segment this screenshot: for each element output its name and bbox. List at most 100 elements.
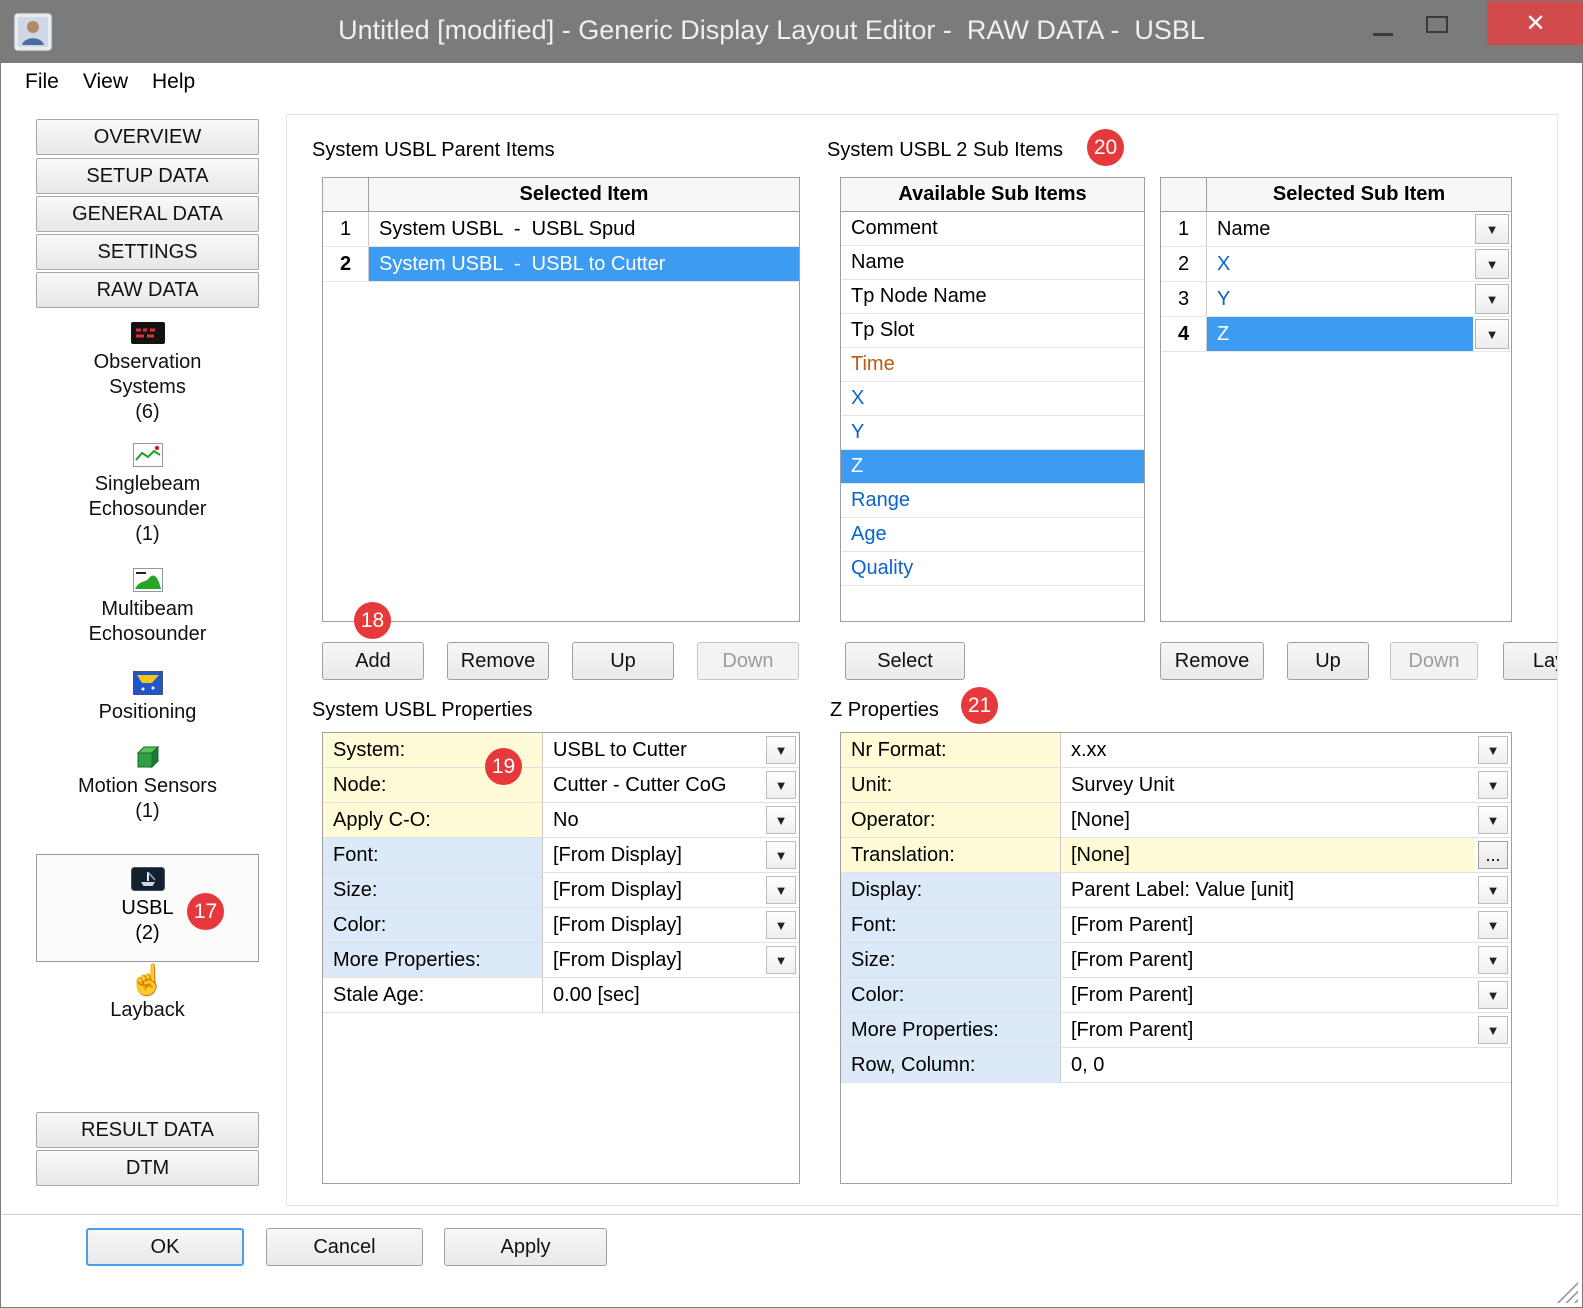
close-button[interactable]: ✕ xyxy=(1487,1,1583,45)
chevron-down-icon[interactable] xyxy=(1478,876,1508,904)
chevron-down-icon[interactable] xyxy=(1475,249,1509,279)
annotation-badge-21: 21 xyxy=(961,687,998,724)
list-item[interactable]: Quality xyxy=(841,552,1144,586)
chevron-down-icon[interactable] xyxy=(1478,736,1508,764)
list-item[interactable]: Tp Node Name xyxy=(841,280,1144,314)
property-row-font: Font: [From Display] xyxy=(323,838,799,873)
minimize-icon xyxy=(1373,33,1393,36)
sidebar-item-positioning[interactable]: Positioning xyxy=(36,669,259,725)
observation-systems-icon xyxy=(36,319,259,347)
cancel-button[interactable]: Cancel xyxy=(266,1228,423,1266)
table-row[interactable]: 3 Y xyxy=(1161,282,1511,317)
ok-button[interactable]: OK xyxy=(86,1228,244,1266)
chevron-down-icon[interactable] xyxy=(766,841,796,869)
chevron-down-icon[interactable] xyxy=(1478,981,1508,1009)
table-row-selected[interactable]: 2 System USBL - USBL to Cutter xyxy=(323,247,799,282)
chevron-down-icon[interactable] xyxy=(766,736,796,764)
resize-grip[interactable] xyxy=(1556,1281,1578,1303)
property-row-stale-age: Stale Age: 0.00 [sec] xyxy=(323,978,799,1013)
list-item[interactable]: Comment xyxy=(841,212,1144,246)
property-row-operator: Operator: [None] xyxy=(841,803,1511,838)
sidebar-item-motion-sensors[interactable]: Motion Sensors (1) xyxy=(36,743,259,824)
list-item[interactable]: X xyxy=(841,382,1144,416)
sidebar-item-general-data[interactable]: GENERAL DATA xyxy=(36,196,259,232)
property-row-size: Size: [From Parent] xyxy=(841,943,1511,978)
positioning-icon xyxy=(36,669,259,697)
menu-file[interactable]: File xyxy=(13,66,71,98)
chevron-down-icon[interactable] xyxy=(766,946,796,974)
annotation-badge-17: 17 xyxy=(187,893,224,930)
up-sub-button[interactable]: Up xyxy=(1287,642,1369,680)
usbl-properties-title: System USBL Properties xyxy=(312,699,532,722)
select-button[interactable]: Select xyxy=(845,642,965,680)
parent-items-header: Selected Item xyxy=(323,178,799,212)
chevron-down-icon[interactable] xyxy=(1478,1016,1508,1044)
annotation-badge-19: 19 xyxy=(485,748,522,785)
annotation-badge-20: 20 xyxy=(1087,129,1124,166)
property-row-display: Display: Parent Label: Value [unit] xyxy=(841,873,1511,908)
chevron-down-icon[interactable] xyxy=(1475,319,1509,349)
chevron-down-icon[interactable] xyxy=(1475,284,1509,314)
minimize-button[interactable] xyxy=(1359,1,1407,45)
property-row-unit: Unit: Survey Unit xyxy=(841,768,1511,803)
list-item[interactable]: Time xyxy=(841,348,1144,382)
sidebar-item-settings[interactable]: SETTINGS xyxy=(36,234,259,270)
chevron-down-icon[interactable] xyxy=(1478,911,1508,939)
z-properties-title: Z Properties xyxy=(830,699,939,722)
motion-sensors-icon xyxy=(36,743,259,771)
chevron-down-icon[interactable] xyxy=(1478,946,1508,974)
remove-sub-button[interactable]: Remove xyxy=(1160,642,1264,680)
chevron-down-icon[interactable] xyxy=(1478,806,1508,834)
chevron-down-icon[interactable] xyxy=(766,911,796,939)
property-row-system: System: USBL to Cutter xyxy=(323,733,799,768)
list-item[interactable]: Name xyxy=(841,246,1144,280)
sidebar-item-raw-data[interactable]: RAW DATA xyxy=(36,272,259,308)
list-item[interactable]: Age xyxy=(841,518,1144,552)
selected-sub-item-table: Selected Sub Item 1 Name 2 X 3 Y 4 Z xyxy=(1160,177,1512,622)
app-icon xyxy=(13,12,53,52)
sidebar-item-result-data[interactable]: RESULT DATA xyxy=(36,1112,259,1148)
dialog-window: Untitled [modified] - Generic Display La… xyxy=(0,0,1583,1308)
table-row[interactable]: 2 X xyxy=(1161,247,1511,282)
sidebar-item-singlebeam-echosounder[interactable]: Singlebeam Echosounder (1) xyxy=(36,441,259,547)
sidebar-item-observation-systems[interactable]: Observation Systems (6) xyxy=(36,319,259,425)
add-button[interactable]: Add xyxy=(322,642,424,680)
list-item[interactable]: Tp Slot xyxy=(841,314,1144,348)
table-row[interactable]: 1 Name xyxy=(1161,212,1511,247)
chevron-down-icon[interactable] xyxy=(766,806,796,834)
chevron-down-icon[interactable] xyxy=(766,876,796,904)
sidebar-item-overview[interactable]: OVERVIEW xyxy=(36,119,259,155)
apply-button[interactable]: Apply xyxy=(444,1228,607,1266)
maximize-button[interactable] xyxy=(1413,1,1461,45)
sidebar-item-usbl[interactable]: USBL (2) xyxy=(36,854,259,962)
list-item[interactable]: Range xyxy=(841,484,1144,518)
down-button[interactable]: Down xyxy=(697,642,799,680)
column-header-selected-item: Selected Item xyxy=(369,178,799,211)
annotation-badge-18: 18 xyxy=(354,602,391,639)
property-row-color: Color: [From Parent] xyxy=(841,978,1511,1013)
menu-help[interactable]: Help xyxy=(140,66,207,98)
table-row-selected[interactable]: 4 Z xyxy=(1161,317,1511,352)
property-row-translation: Translation: [None] ... xyxy=(841,838,1511,873)
menu-view[interactable]: View xyxy=(71,66,140,98)
list-item-selected[interactable]: Z xyxy=(841,450,1144,484)
menubar: File View Help xyxy=(1,63,1582,101)
lay-button[interactable]: Lay xyxy=(1503,642,1558,680)
chevron-down-icon[interactable] xyxy=(766,771,796,799)
property-row-row-column: Row, Column: 0, 0 xyxy=(841,1048,1511,1083)
sidebar-item-multibeam-echosounder[interactable]: Multibeam Echosounder xyxy=(36,566,259,647)
up-button[interactable]: Up xyxy=(572,642,674,680)
sidebar-item-dtm[interactable]: DTM xyxy=(36,1150,259,1186)
sidebar-item-layback[interactable]: ☝ Layback xyxy=(36,967,259,1023)
sidebar-item-setup-data[interactable]: SETUP DATA xyxy=(36,158,259,194)
down-sub-button[interactable]: Down xyxy=(1390,642,1478,680)
chevron-down-icon[interactable] xyxy=(1478,771,1508,799)
remove-button[interactable]: Remove xyxy=(447,642,549,680)
table-row[interactable]: 1 System USBL - USBL Spud xyxy=(323,212,799,247)
ellipsis-button[interactable]: ... xyxy=(1478,841,1508,869)
layback-hand-icon: ☝ xyxy=(36,967,259,995)
chevron-down-icon[interactable] xyxy=(1475,214,1509,244)
list-item[interactable]: Y xyxy=(841,416,1144,450)
column-header-selected-sub-item: Selected Sub Item xyxy=(1207,178,1511,211)
available-sub-items-header: Available Sub Items xyxy=(841,178,1144,212)
